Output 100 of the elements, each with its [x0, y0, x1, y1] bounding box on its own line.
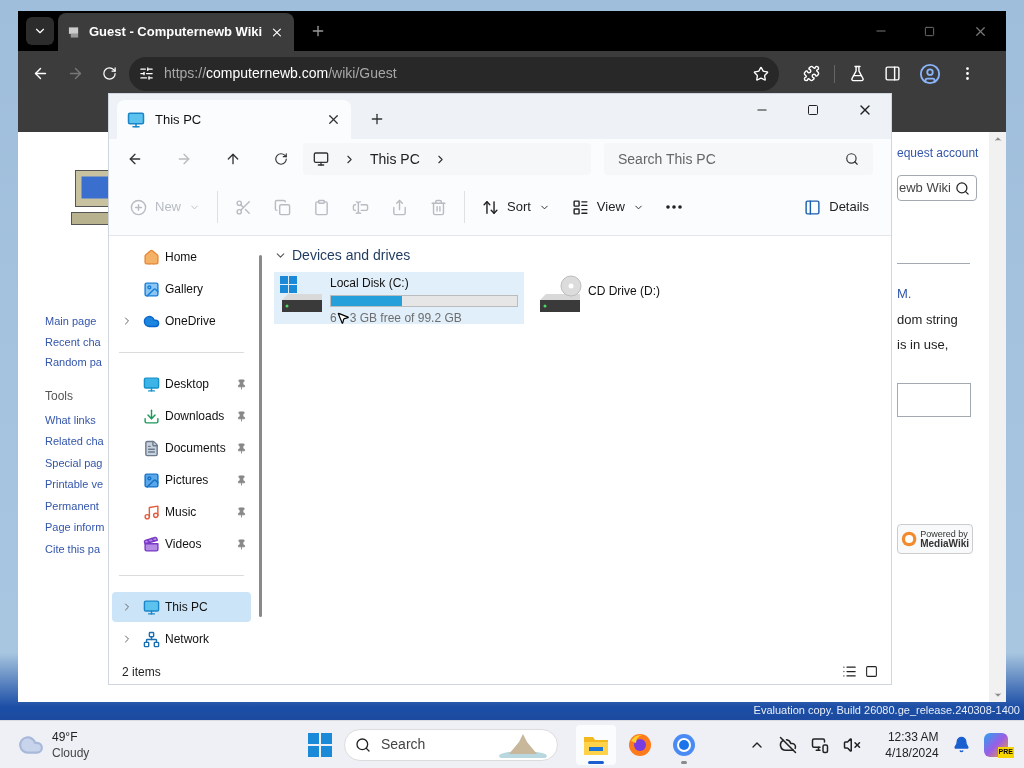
free-space-text: 6 [330, 310, 337, 327]
nav-label: Downloads [165, 408, 226, 425]
refresh-icon[interactable] [274, 152, 288, 166]
desktop-icon [143, 375, 160, 393]
drive-tile[interactable]: Local Disk (C:) 6 3 GB free of 99.2 GB [274, 272, 524, 324]
ellipsis-icon [665, 205, 682, 209]
details-button[interactable]: Details [794, 190, 879, 224]
pin-icon [236, 410, 247, 422]
nav-label: Home [165, 249, 198, 266]
clock-date[interactable]: 4/18/2024 [885, 744, 939, 761]
monitor-icon [143, 598, 160, 616]
mute-icon[interactable] [843, 735, 862, 754]
nav-label: Documents [165, 440, 227, 457]
scroll-up-icon[interactable] [992, 134, 1003, 144]
profile-icon[interactable] [919, 62, 941, 85]
breadcrumb-item[interactable]: This PC [370, 148, 420, 170]
picture-icon [143, 471, 160, 489]
share-icon [391, 198, 408, 216]
nav-item[interactable]: Videos [112, 529, 251, 559]
search-field[interactable]: Search This PC [604, 143, 873, 175]
bell-icon[interactable] [952, 736, 970, 753]
explorer-tab[interactable]: This PC [117, 100, 351, 139]
home-icon [143, 248, 160, 266]
sidebar-link[interactable]: Random pa [45, 354, 102, 371]
windows-icon [308, 732, 332, 757]
extensions-icon[interactable] [803, 65, 820, 82]
pin-icon [236, 538, 247, 550]
nav-item[interactable]: Music [112, 497, 251, 527]
sort-button[interactable]: Sort [473, 190, 559, 224]
body-text: is in use, [897, 336, 949, 354]
sidebar-link[interactable]: Printable ve [45, 476, 104, 493]
drive-tile[interactable]: CD Drive (D:) [532, 272, 782, 324]
new-tab-icon[interactable] [369, 111, 385, 127]
sidebar-link[interactable]: Cite this pa [45, 540, 101, 557]
document-icon [143, 439, 160, 457]
clipboard-icon [313, 198, 330, 216]
url-text: https://computernewb.com/wiki/Guest [164, 64, 397, 83]
breadcrumb-bar[interactable]: This PC [303, 143, 591, 175]
up-icon[interactable] [225, 151, 241, 167]
browser-tab[interactable]: Guest - Computernewb Wiki [58, 13, 294, 51]
nav-item[interactable]: Gallery [112, 274, 251, 304]
site-info-icon[interactable] [139, 66, 154, 81]
sidebar-link[interactable]: Special pag [45, 454, 103, 471]
nav-label: OneDrive [165, 313, 217, 330]
badge-text: Powered by [920, 528, 969, 539]
reload-icon[interactable] [102, 66, 117, 81]
sidebar-link[interactable]: Main page [45, 313, 97, 330]
cloud-off-icon[interactable] [779, 735, 798, 754]
taskbar-app[interactable] [576, 724, 616, 765]
nav-item[interactable]: Downloads [112, 401, 251, 431]
maximize-icon[interactable] [807, 104, 819, 116]
nav-label: Music [165, 504, 198, 521]
nav-item[interactable]: Network [112, 624, 251, 654]
sidebar-link[interactable]: Page inform [45, 519, 105, 536]
sidebar-link[interactable]: Permanent [45, 497, 99, 514]
new-tab-icon[interactable] [310, 23, 326, 39]
tab-title: Guest - Computernewb Wiki [88, 23, 263, 42]
search-icon[interactable] [955, 180, 970, 196]
nav-item[interactable]: This PC [112, 592, 251, 622]
body-text: M. [897, 285, 912, 303]
nav-label: Desktop [165, 376, 211, 393]
text-field[interactable] [897, 382, 971, 417]
pin-icon [236, 506, 247, 518]
badge-text: MediaWiki [920, 538, 969, 549]
back-icon[interactable] [32, 65, 49, 82]
nav-item[interactable]: Desktop [112, 369, 251, 399]
nav-item[interactable]: OneDrive [112, 306, 251, 336]
account-link[interactable]: equest account [897, 144, 979, 162]
network-icon [143, 630, 160, 648]
browser-icon [672, 732, 696, 757]
sidebar-link[interactable]: Related cha [45, 433, 104, 450]
nav-label: This PC [165, 599, 209, 616]
nav-item[interactable]: Pictures [112, 465, 251, 495]
drive-name: CD Drive (D:) [588, 283, 661, 300]
scroll-down-icon[interactable] [992, 690, 1003, 700]
nav-label: Videos [165, 536, 203, 553]
view-button[interactable]: View [562, 190, 653, 224]
details-view-icon[interactable] [842, 664, 857, 679]
taskbar-search[interactable]: Search [344, 728, 558, 761]
back-icon[interactable] [127, 151, 143, 167]
clock-time[interactable]: 12:33 AM [887, 728, 939, 745]
nav-label: Pictures [165, 472, 210, 489]
build-watermark: Evaluation copy. Build 26080.ge_release.240308-1400 [753, 703, 1020, 718]
sidebar-link[interactable]: Recent cha [45, 333, 101, 350]
flask-icon[interactable] [849, 65, 866, 82]
address-bar[interactable]: https://computernewb.com/wiki/Guest [129, 56, 779, 91]
network-icon[interactable] [811, 735, 830, 754]
tab-list-button[interactable] [26, 17, 54, 45]
nav-item[interactable]: Documents [112, 433, 251, 463]
gallery-icon [143, 280, 160, 298]
side-panel-icon[interactable] [884, 65, 901, 82]
wiki-search-field[interactable]: ewb Wiki [897, 175, 977, 201]
tab-title: This PC [155, 110, 203, 129]
nav-item[interactable]: Home [112, 242, 251, 272]
close-icon[interactable] [326, 112, 341, 127]
bookmark-icon[interactable] [753, 65, 769, 82]
tiles-view-icon[interactable] [865, 665, 878, 678]
status-text: 2 items [122, 663, 162, 681]
music-icon [143, 503, 160, 521]
sidebar-link[interactable]: What links [45, 411, 96, 428]
